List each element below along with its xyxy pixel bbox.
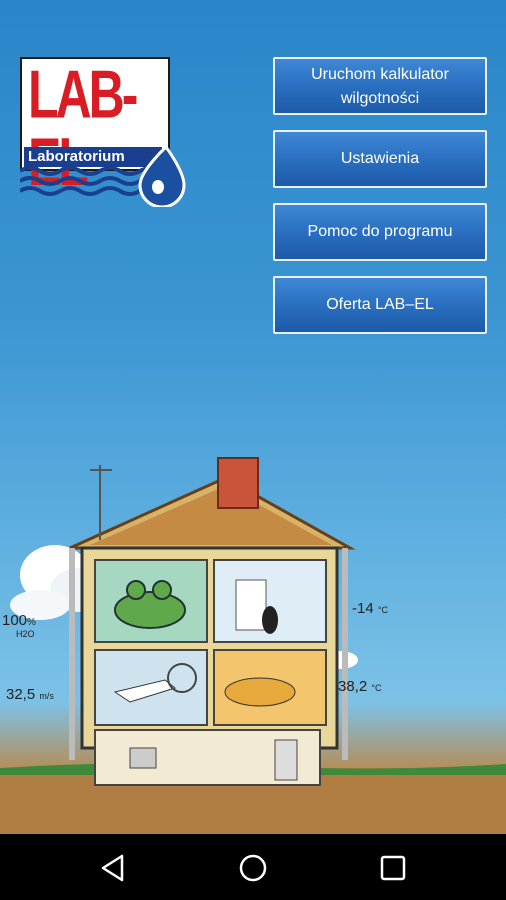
wind-speed-label: 32,5 m/s (6, 686, 54, 703)
hot-temperature-unit: °C (371, 683, 382, 693)
help-button[interactable]: Pomoc do programu (273, 203, 487, 261)
cold-temperature-unit: °C (377, 605, 388, 615)
main-menu: Uruchom kalkulator wilgotności Ustawieni… (273, 57, 487, 349)
cold-temperature-value: -14 (352, 600, 374, 617)
back-icon[interactable] (96, 851, 130, 885)
humidity-unit: % (27, 617, 36, 628)
humidity-label: 100% H2O (2, 612, 36, 639)
water-drop-icon (138, 145, 186, 207)
home-icon[interactable] (236, 851, 270, 885)
cold-temperature-label: -14 °C (352, 600, 388, 617)
humidity-subscript: H2O (16, 629, 35, 639)
wind-speed-value: 32,5 (6, 686, 36, 703)
humidity-value: 100 (2, 612, 28, 629)
system-navigation-bar (0, 834, 506, 900)
hot-temperature-label: 38,2 °C (338, 678, 381, 695)
offer-button[interactable]: Oferta LAB–EL (273, 276, 487, 334)
settings-button[interactable]: Ustawienia (273, 130, 487, 188)
house-illustration (0, 457, 506, 834)
humidity-calculator-button[interactable]: Uruchom kalkulator wilgotności (273, 57, 487, 115)
hot-temperature-value: 38,2 (338, 678, 368, 695)
recents-icon[interactable] (376, 851, 410, 885)
lab-el-logo: LAB-EL Laboratorium (20, 57, 188, 207)
wind-speed-unit: m/s (39, 691, 54, 701)
